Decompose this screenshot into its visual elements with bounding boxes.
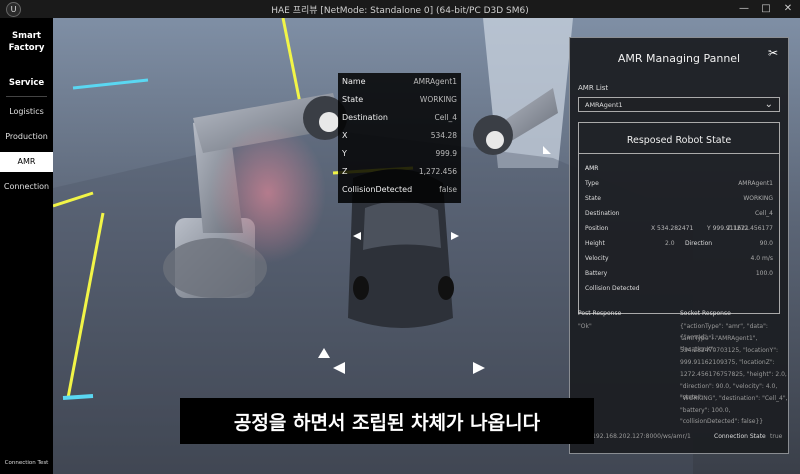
popup-key: Z — [342, 167, 348, 176]
popup-row-destination: Destination Cell_4 — [342, 109, 457, 127]
sidebar: Smart Factory Service Logistics Producti… — [0, 18, 53, 474]
amr-managing-panel: AMR Managing Pannel ✂ AMR List AMRAgent1… — [569, 37, 789, 454]
sidebar-item-amr[interactable]: AMR — [0, 152, 53, 172]
video-caption: 공정을 하면서 조립된 차체가 나옵니다 — [180, 398, 594, 444]
height-value: 2.0 — [665, 240, 675, 247]
popup-row-z: Z 1,272.456 — [342, 163, 457, 181]
popup-row-collision: CollisionDetected false — [342, 181, 457, 199]
popup-value: AMRAgent1 — [413, 77, 457, 86]
socket-response-line: "WORKING", "destination": "Cell_4", — [680, 395, 788, 402]
direction-value: 90.0 — [759, 240, 773, 247]
connection-state-label: Connection State — [714, 433, 766, 440]
popup-value: 1,272.456 — [418, 167, 457, 176]
direction-label: Direction — [685, 240, 713, 247]
popup-key: X — [342, 131, 348, 140]
popup-value: Cell_4 — [434, 113, 457, 122]
battery-value: 100.0 — [755, 270, 773, 277]
battery-label: Battery — [585, 270, 608, 277]
websocket-url: ws://192.168.202.127:8000/ws/amr/1 — [578, 433, 691, 440]
popup-row-name: Name AMRAgent1 — [342, 73, 457, 91]
popup-value: 534.28 — [430, 131, 457, 140]
section-label: Service — [8, 78, 45, 88]
socket-response-label: Socket Response — [680, 310, 731, 317]
caption-text: 공정을 하면서 조립된 차체가 나옵니다 — [233, 412, 541, 434]
maximize-button[interactable]: □ — [756, 1, 776, 17]
connection-state-value: true — [770, 433, 783, 440]
agent-info-popup: Name AMRAgent1 State WORKING Destination… — [338, 73, 461, 203]
popup-value: 999.9 — [435, 149, 457, 158]
height-label: Height — [585, 240, 605, 247]
socket-response-line: 534.282470703125, "locationY": — [680, 347, 778, 354]
popup-value: WORKING — [419, 95, 457, 104]
window-titlebar: U HAE 프리뷰 [NetMode: Standalone 0] (64-bi… — [0, 0, 800, 19]
minimize-button[interactable]: — — [734, 1, 754, 17]
brand-label: Smart Factory — [8, 31, 45, 53]
popup-key: Y — [342, 149, 347, 158]
sidebar-divider — [6, 96, 47, 97]
position-z: Z 1272.456177 — [726, 225, 773, 232]
destination-value: Cell_4 — [754, 210, 773, 217]
popup-row-state: State WORKING — [342, 91, 457, 109]
window-title: HAE 프리뷰 [NetMode: Standalone 0] (64-bit/… — [271, 6, 529, 16]
amr-list-dropdown[interactable]: AMRAgent1 ⌄ — [578, 97, 780, 112]
velocity-value: 4.0 m/s — [750, 255, 773, 262]
amr-list-selected: AMRAgent1 — [585, 101, 623, 109]
socket-response-line: 999.91162109375, "locationZ": — [680, 359, 775, 366]
state-value: WORKING — [743, 195, 773, 202]
type-value: AMRAgent1 — [738, 180, 773, 187]
post-response-label: Post Response — [578, 310, 622, 317]
popup-row-x: X 534.28 — [342, 127, 457, 145]
popup-key: State — [342, 95, 364, 104]
destination-label: Destination — [585, 210, 620, 217]
close-window-button[interactable]: ✕ — [778, 1, 798, 17]
socket-response-line: "battery": 100.0, "collisionDetected": f… — [680, 407, 764, 425]
type-label: Type — [585, 180, 599, 187]
panel-title: AMR Managing Pannel — [617, 52, 741, 65]
state-title: Resposed Robot State — [626, 135, 732, 146]
sidebar-item-connection[interactable]: Connection — [0, 177, 53, 197]
state-label: State — [585, 195, 601, 202]
amr-list-label: AMR List — [578, 84, 609, 92]
position-label: Position — [585, 225, 609, 232]
popup-key: Name — [342, 77, 366, 86]
connection-test-label[interactable]: Connection Test — [0, 460, 53, 466]
popup-value: false — [439, 185, 457, 194]
socket-response-line: 1272.456176757825, "height": 2.0, — [680, 371, 787, 378]
capcut-close-icon[interactable]: ✂ — [765, 45, 781, 61]
collision-label: Collision Detected — [585, 285, 640, 292]
popup-key: Destination — [342, 113, 388, 122]
position-x: X 534.282471 — [651, 225, 694, 232]
velocity-label: Velocity — [585, 255, 609, 262]
amr-label: AMR — [585, 165, 599, 172]
robot-state-box: Resposed Robot State AMR Type AMRAgent1 … — [578, 122, 780, 314]
popup-key: CollisionDetected — [342, 185, 413, 194]
state-divider — [579, 153, 779, 154]
sidebar-item-logistics[interactable]: Logistics — [0, 102, 53, 122]
popup-row-y: Y 999.9 — [342, 145, 457, 163]
post-response-value: "Ok" — [578, 323, 592, 330]
chevron-down-icon: ⌄ — [764, 99, 773, 110]
sidebar-item-production[interactable]: Production — [0, 127, 53, 147]
